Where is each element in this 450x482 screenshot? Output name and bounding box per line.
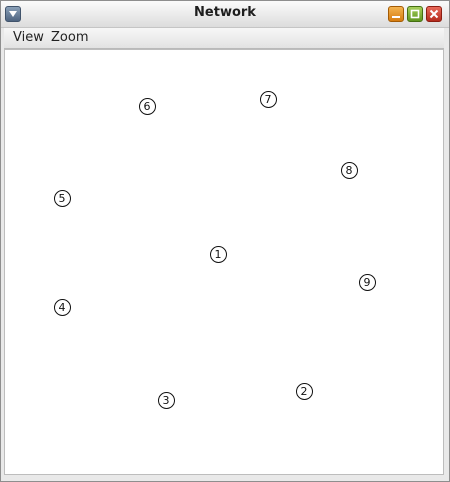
menu-zoom[interactable]: Zoom [51,30,88,45]
graph-node[interactable]: 5 [53,189,71,207]
graph-node[interactable]: 9 [358,273,376,291]
graph-node[interactable]: 7 [259,90,277,108]
menu-bar: View Zoom [4,28,444,49]
graph-node[interactable]: 1 [209,245,227,263]
graph-node[interactable]: 6 [138,97,156,115]
maximize-button[interactable] [407,6,423,22]
graph-node[interactable]: 4 [53,298,71,316]
close-button[interactable] [426,6,442,22]
graph-node[interactable]: 3 [157,391,175,409]
network-canvas[interactable]: 1 2 3 4 5 6 7 8 9 [4,49,444,475]
menu-view[interactable]: View [13,30,44,45]
graph-node[interactable]: 2 [295,382,313,400]
graph-node[interactable]: 8 [340,161,358,179]
title-bar[interactable]: Network [1,1,449,28]
window-title: Network [194,5,256,20]
window-bottom-border [1,475,449,481]
network-window: Network View Zoom 1 2 3 4 5 6 7 8 9 [0,0,450,482]
minimize-button[interactable] [388,6,404,22]
